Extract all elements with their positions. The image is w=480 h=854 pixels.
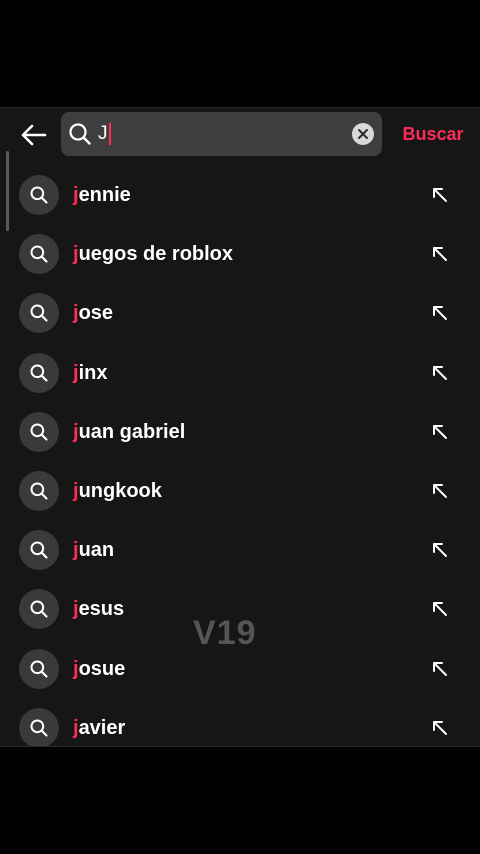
search-input-value: J	[98, 123, 108, 144]
divider	[0, 746, 480, 747]
fill-suggestion-button[interactable]	[428, 361, 452, 385]
search-icon-badge	[19, 411, 59, 452]
suggestion-list: jennie juegos de roblox jose jinx juan gabri…	[0, 165, 480, 747]
arrow-up-left-icon	[433, 661, 447, 676]
arrow-up-left-icon	[433, 720, 447, 735]
search-icon	[30, 186, 48, 204]
arrow-left-icon	[21, 124, 47, 146]
search-header: J Buscar	[0, 112, 480, 158]
suggestion-label: jose	[73, 300, 113, 326]
fill-suggestion-button[interactable]	[428, 242, 452, 266]
fill-suggestion-button[interactable]	[428, 597, 452, 621]
search-icon-badge	[19, 175, 59, 215]
search-icon	[30, 304, 48, 322]
fill-suggestion-button[interactable]	[428, 716, 452, 740]
screen: J Buscar jennie juegos de roblox jose jinx j…	[0, 0, 480, 854]
search-icon	[30, 482, 48, 500]
suggestion-rest: ungkook	[78, 479, 162, 502]
arrow-up-left-icon	[433, 483, 447, 498]
search-box[interactable]: J	[61, 112, 382, 156]
suggestion-row[interactable]: juegos de roblox	[0, 224, 480, 283]
fill-suggestion-button[interactable]	[428, 657, 452, 681]
arrow-up-left-icon	[433, 306, 447, 321]
suggestion-label: jinx	[73, 360, 107, 386]
suggestion-label: juan	[73, 537, 114, 563]
suggestion-row[interactable]: javier	[0, 698, 480, 747]
suggestion-rest: uegos de roblox	[78, 243, 234, 266]
scrollbar[interactable]	[6, 151, 9, 231]
search-icon	[30, 600, 48, 618]
search-icon-badge	[19, 293, 59, 334]
suggestion-rest: esus	[78, 598, 125, 621]
suggestion-rest: uan gabriel	[78, 420, 186, 443]
search-icon-badge	[19, 470, 59, 511]
search-icon	[30, 423, 48, 441]
suggestion-rest: avier	[78, 716, 126, 739]
divider	[0, 107, 480, 108]
close-icon	[358, 129, 368, 139]
clear-search-button[interactable]	[352, 123, 374, 145]
watermark: V19	[193, 614, 257, 652]
suggestion-label: juan gabriel	[73, 419, 185, 445]
fill-suggestion-button[interactable]	[428, 479, 452, 503]
suggestion-row[interactable]: jennie	[0, 165, 480, 224]
arrow-up-left-icon	[433, 602, 447, 617]
search-icon-badge	[19, 352, 59, 393]
search-icon-badge	[19, 234, 59, 275]
suggestion-label: javier	[73, 715, 125, 741]
search-icon-badge	[19, 589, 59, 630]
fill-suggestion-button[interactable]	[428, 183, 452, 207]
arrow-up-left-icon	[433, 543, 447, 558]
search-icon-badge	[19, 707, 59, 747]
search-icon	[30, 719, 48, 737]
suggestion-row[interactable]: jungkook	[0, 461, 480, 520]
suggestion-rest: inx	[78, 361, 108, 384]
arrow-up-left-icon	[433, 365, 447, 380]
suggestion-row[interactable]: jose	[0, 283, 480, 342]
search-page: J Buscar jennie juegos de roblox jose jinx j…	[0, 107, 480, 747]
fill-suggestion-button[interactable]	[428, 301, 452, 325]
suggestion-row[interactable]: juan gabriel	[0, 402, 480, 461]
search-icon-badge	[19, 530, 59, 571]
arrow-up-left-icon	[433, 188, 447, 202]
suggestion-label: juegos de roblox	[73, 241, 233, 267]
suggestion-row[interactable]: juan	[0, 520, 480, 579]
suggestion-label: jungkook	[73, 478, 162, 504]
arrow-up-left-icon	[433, 247, 447, 262]
arrow-up-left-icon	[433, 424, 447, 439]
search-icon-badge	[19, 648, 59, 689]
suggestion-row[interactable]: jinx	[0, 343, 480, 402]
suggestion-rest: uan	[78, 539, 115, 562]
search-icon	[30, 364, 48, 382]
fill-suggestion-button[interactable]	[428, 420, 452, 444]
back-button[interactable]	[16, 118, 50, 152]
suggestion-rest: osue	[78, 657, 126, 680]
search-submit-button[interactable]: Buscar	[398, 112, 468, 156]
search-icon	[30, 541, 48, 559]
fill-suggestion-button[interactable]	[428, 538, 452, 562]
suggestion-rest: ose	[78, 302, 114, 325]
suggestion-rest: ennie	[78, 184, 131, 206]
search-icon	[69, 123, 91, 145]
suggestion-label: jesus	[73, 596, 124, 622]
search-icon	[30, 660, 48, 678]
search-input[interactable]: J	[98, 121, 111, 147]
suggestion-label: josue	[73, 656, 125, 682]
text-caret	[108, 123, 111, 145]
suggestion-label: jennie	[73, 182, 131, 208]
search-icon	[30, 245, 48, 263]
